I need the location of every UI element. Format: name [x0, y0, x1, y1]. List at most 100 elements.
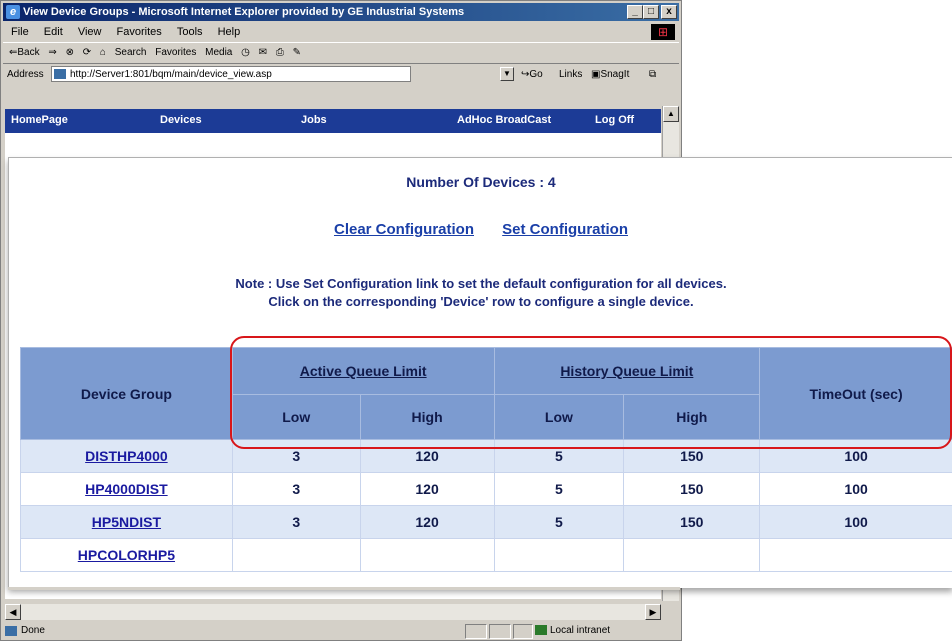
print-icon[interactable]: ⎙ — [276, 47, 284, 58]
menu-view[interactable]: View — [78, 26, 102, 38]
search-button[interactable]: Search — [115, 47, 147, 58]
history-high-cell: 150 — [623, 505, 761, 539]
scroll-up-icon[interactable]: ▲ — [663, 106, 679, 122]
table-row[interactable]: HP5NDIST 3 120 5 150 100 — [20, 505, 952, 539]
status-text: Done — [21, 625, 45, 636]
status-cell — [489, 624, 511, 639]
nav-homepage[interactable]: HomePage — [11, 114, 68, 126]
header-device-group: Device Group — [20, 347, 233, 440]
window-controls: _ □ x — [627, 5, 677, 19]
device-group-cell: HP4000DIST — [20, 472, 233, 506]
number-of-devices: Number Of Devices : 4 — [406, 174, 556, 190]
forward-icon[interactable]: ⇒ — [48, 47, 56, 58]
ie-icon: e — [6, 5, 20, 19]
history-icon[interactable]: ◷ — [241, 47, 250, 58]
header-timeout: TimeOut (sec) — [759, 347, 952, 440]
window-title: View Device Groups - Microsoft Internet … — [23, 6, 465, 18]
close-button[interactable]: x — [661, 5, 677, 19]
menu-favorites[interactable]: Favorites — [117, 26, 162, 38]
history-low-cell — [493, 538, 625, 572]
panel-bottom-edge — [8, 587, 680, 590]
device-groups-table: Device Group Active Queue Limit History … — [20, 347, 952, 572]
address-url: http://Server1:801/bqm/main/device_view.… — [70, 69, 272, 80]
address-input[interactable]: http://Server1:801/bqm/main/device_view.… — [51, 66, 411, 82]
history-high-cell: 150 — [623, 439, 761, 473]
address-bar: Address http://Server1:801/bqm/main/devi… — [3, 64, 679, 86]
scroll-left-icon[interactable]: ◀ — [5, 604, 21, 620]
site-nav: HomePage Devices Jobs AdHoc BroadCast Lo… — [5, 109, 661, 133]
header-active-queue-limit[interactable]: Active Queue Limit — [231, 347, 495, 395]
back-button[interactable]: ⇐Back — [9, 47, 40, 58]
menu-tools[interactable]: Tools — [177, 26, 203, 38]
status-cell — [465, 624, 487, 639]
mail-icon[interactable]: ✉ — [259, 47, 267, 58]
active-high-cell: 120 — [359, 505, 495, 539]
device-group-link[interactable]: HPCOLORHP5 — [78, 547, 175, 563]
snagit-button[interactable]: ▣SnagIt — [591, 64, 629, 86]
maximize-button[interactable]: □ — [643, 5, 659, 19]
menu-bar: File Edit View Favorites Tools Help ⊞ — [3, 23, 679, 41]
device-group-cell: HP5NDIST — [20, 505, 233, 539]
home-icon[interactable]: ⌂ — [100, 47, 106, 58]
windows-logo-icon: ⊞ — [651, 24, 675, 40]
title-bar: e View Device Groups - Microsoft Interne… — [3, 3, 679, 21]
timeout-cell — [759, 538, 952, 572]
stop-icon[interactable]: ⊗ — [66, 47, 74, 58]
timeout-cell: 100 — [759, 505, 952, 539]
table-row[interactable]: HPCOLORHP5 — [20, 538, 952, 572]
device-group-link[interactable]: HP5NDIST — [92, 514, 161, 530]
nav-jobs[interactable]: Jobs — [301, 114, 327, 126]
links-button[interactable]: Links — [559, 64, 582, 86]
status-bar: Done Local intranet — [3, 623, 679, 639]
menu-edit[interactable]: Edit — [44, 26, 63, 38]
nav-devices[interactable]: Devices — [160, 114, 202, 126]
nav-log-off[interactable]: Log Off — [595, 114, 634, 126]
page-done-icon — [5, 626, 17, 636]
note-line-1: Note : Use Set Configuration link to set… — [235, 276, 727, 291]
menu-file[interactable]: File — [11, 26, 29, 38]
table-row[interactable]: DISTHP4000 3 120 5 150 100 — [20, 439, 952, 473]
standard-toolbar: ⇐Back ⇒ ⊗ ⟳ ⌂ Search Favorites Media ◷ ✉… — [3, 42, 679, 64]
table-row[interactable]: HP4000DIST 3 120 5 150 100 — [20, 472, 952, 506]
note-text: Note : Use Set Configuration link to set… — [9, 275, 952, 311]
minimize-button[interactable]: _ — [627, 5, 643, 19]
active-high-cell — [359, 538, 495, 572]
header-history-high: High — [623, 394, 761, 440]
device-group-cell: HPCOLORHP5 — [20, 538, 233, 572]
zoomed-device-panel: Number Of Devices : 4 Clear Configuratio… — [8, 157, 952, 588]
active-low-cell — [231, 538, 361, 572]
scroll-right-icon[interactable]: ▶ — [645, 604, 661, 620]
intranet-icon — [535, 625, 547, 636]
clear-configuration-link[interactable]: Clear Configuration — [334, 221, 474, 238]
status-cell — [513, 624, 533, 639]
note-line-2: Click on the corresponding 'Device' row … — [268, 294, 694, 309]
header-history-queue-limit[interactable]: History Queue Limit — [493, 347, 761, 395]
active-high-cell: 120 — [359, 472, 495, 506]
history-low-cell: 5 — [493, 472, 625, 506]
nav-adhoc-broadcast[interactable]: AdHoc BroadCast — [457, 114, 551, 126]
refresh-icon[interactable]: ⟳ — [83, 47, 91, 58]
horizontal-scrollbar[interactable]: ◀ ▶ — [5, 604, 661, 620]
active-low-cell: 3 — [231, 439, 361, 473]
security-zone: Local intranet — [535, 623, 610, 639]
address-dropdown-icon[interactable]: ▼ — [500, 67, 514, 81]
header-history-low: Low — [493, 394, 625, 440]
timeout-cell: 100 — [759, 439, 952, 473]
history-high-cell — [623, 538, 761, 572]
device-group-link[interactable]: DISTHP4000 — [85, 448, 167, 464]
address-label: Address — [7, 69, 44, 80]
media-button[interactable]: Media — [205, 47, 232, 58]
header-active-low: Low — [231, 394, 361, 440]
active-low-cell: 3 — [231, 505, 361, 539]
config-links: Clear Configuration Set Configuration — [9, 221, 952, 238]
go-button[interactable]: ↪Go — [521, 64, 543, 86]
menu-help[interactable]: Help — [218, 26, 241, 38]
device-group-cell: DISTHP4000 — [20, 439, 233, 473]
extension-icon[interactable]: ⧉ — [649, 64, 656, 86]
favorites-button[interactable]: Favorites — [155, 47, 196, 58]
edit-icon[interactable]: ✎ — [293, 47, 301, 58]
history-low-cell: 5 — [493, 505, 625, 539]
device-group-link[interactable]: HP4000DIST — [85, 481, 167, 497]
set-configuration-link[interactable]: Set Configuration — [502, 221, 628, 238]
timeout-cell: 100 — [759, 472, 952, 506]
